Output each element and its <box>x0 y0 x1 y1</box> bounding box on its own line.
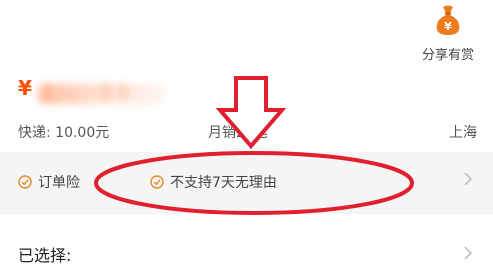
svg-text:¥: ¥ <box>444 20 452 33</box>
currency-symbol: ¥ <box>18 76 32 100</box>
price-value: 1·· ·88 <box>42 80 134 104</box>
chevron-right-icon <box>464 172 473 186</box>
service-item-no-return: 不支持7天无理由 <box>150 172 277 192</box>
service-item-insurance: 订单险 <box>18 172 80 192</box>
check-circle-icon <box>150 175 164 189</box>
selection-row[interactable]: 已选择: <box>0 228 493 278</box>
shipping-fee: 快递: 10.00元 <box>18 125 110 141</box>
price-display: ¥ 1·· ·88 <box>18 74 218 108</box>
service-label: 订单险 <box>38 175 80 191</box>
selection-label: 已选择: <box>18 246 72 265</box>
shipping-info-row: 快递: 10.00元 月销25笔 上海 <box>18 122 477 142</box>
money-bag-icon: ¥ <box>436 5 460 35</box>
service-guarantee-row[interactable]: 订单险 不支持7天无理由 <box>0 152 493 214</box>
monthly-sales: 月销25笔 <box>208 125 268 141</box>
service-label: 不支持7天无理由 <box>170 175 277 191</box>
share-button[interactable]: ¥ 分享有赏 <box>417 4 479 63</box>
share-label: 分享有赏 <box>421 48 474 63</box>
chevron-right-icon <box>464 246 473 260</box>
ship-location: 上海 <box>449 125 477 141</box>
check-circle-icon <box>18 175 32 189</box>
